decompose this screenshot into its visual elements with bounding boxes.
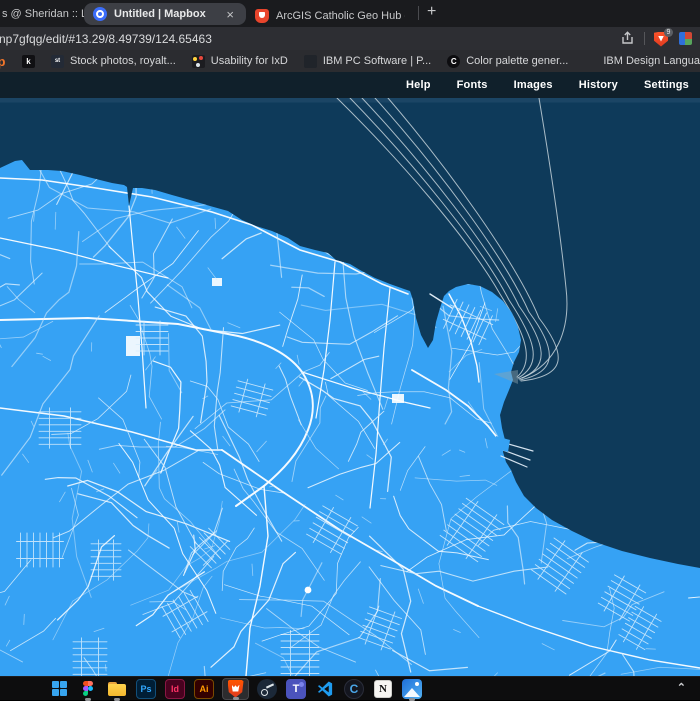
taskbar-steam[interactable] bbox=[256, 678, 278, 700]
tray-chevron-icon[interactable]: ⌃ bbox=[677, 681, 686, 694]
teams-icon: T bbox=[286, 678, 306, 699]
coolors-icon: C bbox=[447, 54, 461, 68]
menu-settings[interactable]: Settings bbox=[631, 79, 700, 91]
taskbar-cinema4d[interactable]: C bbox=[343, 678, 365, 700]
map-svg bbox=[0, 98, 700, 676]
photos-icon bbox=[402, 678, 422, 699]
brave-search-favicon-icon bbox=[255, 9, 269, 23]
menu-images[interactable]: Images bbox=[501, 79, 566, 91]
windows-taskbar: Ps Id Ai T C N ⌃ bbox=[0, 676, 700, 701]
tab-divider bbox=[418, 6, 419, 20]
mapbox-studio-header: Help Fonts Images History Settings bbox=[0, 72, 700, 98]
bookmark-ibm-pc[interactable]: IBM PC Software | P... bbox=[303, 54, 431, 68]
file-explorer-icon bbox=[108, 681, 126, 696]
orange-p-icon: p bbox=[0, 53, 6, 69]
bookmark-ibm-design[interactable]: IBM Design Langua... bbox=[584, 55, 700, 68]
illustrator-icon: Ai bbox=[194, 678, 214, 699]
browser-tab-strip: s @ Sheridan :: Laser Fil Untitled | Map… bbox=[0, 0, 700, 27]
ibm-bars-icon bbox=[584, 55, 597, 68]
taskbar-file-explorer[interactable] bbox=[106, 678, 128, 701]
screen: s @ Sheridan :: Laser Fil Untitled | Map… bbox=[0, 0, 700, 701]
notion-icon: N bbox=[374, 679, 392, 698]
mapbox-favicon-icon bbox=[93, 7, 107, 21]
browser-address-bar: np7gfqg/edit/#13.29/8.49739/124.65463 9 bbox=[0, 27, 700, 50]
brave-shield-icon[interactable]: 9 bbox=[654, 27, 673, 47]
bookmarks-bar: p k st Stock photos, royalt... Usability … bbox=[0, 50, 700, 72]
cinema4d-icon: C bbox=[344, 678, 364, 699]
usability-ixd-icon bbox=[191, 54, 205, 68]
menu-help[interactable]: Help bbox=[393, 79, 444, 91]
bookmark-k[interactable]: k bbox=[22, 54, 35, 68]
tab-arcgis[interactable]: ArcGIS Catholic Geo Hub - Brave Sea bbox=[246, 5, 414, 27]
taskbar-illustrator[interactable]: Ai bbox=[193, 678, 215, 700]
steam-icon bbox=[257, 678, 277, 699]
taskbar-teams[interactable]: T bbox=[285, 678, 307, 700]
taskbar-notion[interactable]: N bbox=[372, 678, 394, 700]
taskbar-figma[interactable] bbox=[77, 678, 99, 701]
start-button[interactable] bbox=[48, 678, 70, 700]
new-tab-button[interactable]: + bbox=[425, 3, 444, 27]
url-input[interactable]: np7gfqg/edit/#13.29/8.49739/124.65463 bbox=[0, 32, 620, 46]
tab-title: ArcGIS Catholic Geo Hub - Brave Sea bbox=[276, 10, 405, 22]
k-icon: k bbox=[22, 54, 35, 68]
menu-history[interactable]: History bbox=[566, 79, 631, 91]
taskbar-indesign[interactable]: Id bbox=[164, 678, 186, 700]
extension-icon[interactable] bbox=[679, 32, 692, 45]
bookmark-orange-p[interactable]: p bbox=[0, 53, 6, 69]
windows-start-icon bbox=[51, 681, 67, 696]
map-canvas[interactable] bbox=[0, 98, 700, 676]
shutterstock-icon: st bbox=[51, 54, 64, 68]
figma-icon bbox=[83, 681, 93, 696]
tab-mapbox[interactable]: Untitled | Mapbox × bbox=[84, 3, 246, 25]
menu-fonts[interactable]: Fonts bbox=[444, 79, 501, 91]
brave-icon bbox=[227, 679, 244, 698]
tab-close-icon[interactable]: × bbox=[223, 7, 237, 22]
photoshop-icon: Ps bbox=[136, 678, 156, 699]
vscode-icon bbox=[317, 681, 333, 696]
taskbar-photoshop[interactable]: Ps bbox=[135, 678, 157, 700]
tab-title: Untitled | Mapbox bbox=[114, 8, 206, 20]
bookmark-stock-photos[interactable]: st Stock photos, royalt... bbox=[51, 54, 176, 68]
bookmark-color-palette[interactable]: C Color palette gener... bbox=[447, 54, 568, 68]
shield-badge: 9 bbox=[664, 27, 673, 37]
ibm-pc-icon bbox=[303, 54, 317, 68]
tab-sheridan[interactable]: s @ Sheridan :: Laser Fil bbox=[0, 8, 84, 27]
taskbar-vscode[interactable] bbox=[314, 678, 336, 700]
taskbar-brave-active[interactable] bbox=[222, 677, 249, 700]
toolbar-divider bbox=[644, 32, 645, 45]
indesign-icon: Id bbox=[165, 678, 185, 699]
taskbar-photos[interactable] bbox=[401, 678, 423, 701]
share-icon[interactable] bbox=[620, 31, 635, 46]
bookmark-usability-ixd[interactable]: Usability for IxD bbox=[191, 54, 288, 68]
